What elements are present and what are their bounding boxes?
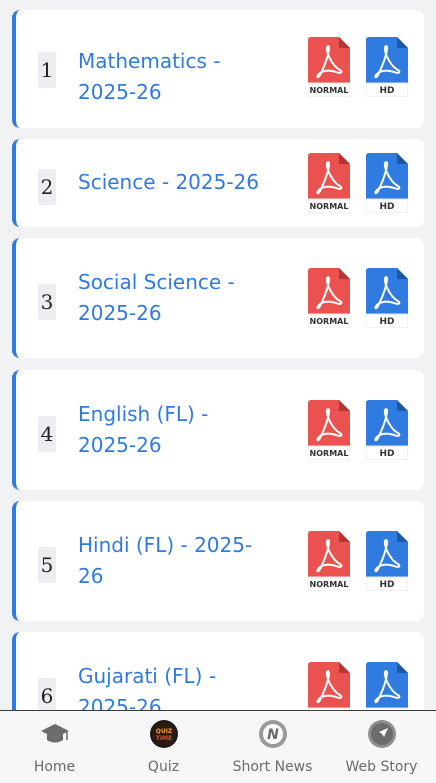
- normal-pdf-button[interactable]: NORMAL: [308, 268, 350, 328]
- normal-pdf-button[interactable]: NORMAL: [308, 37, 350, 97]
- pdf-icon: NORMAL: [308, 400, 350, 460]
- hd-label: HD: [379, 317, 394, 327]
- pdf-icon: HD: [366, 153, 408, 213]
- quiz-time-icon: QUIZ TIME: [149, 720, 178, 748]
- pdf-icon: NORMAL: [308, 662, 350, 710]
- subject-title[interactable]: Science - 2025-26: [78, 167, 278, 198]
- hd-label: HD: [379, 86, 394, 96]
- news-n-icon: N: [258, 720, 287, 748]
- nav-home-label: Home: [33, 759, 76, 775]
- subject-list: 1 Mathematics - 2025-26 NORMAL HD 2 Scie…: [0, 0, 436, 710]
- normal-label: NORMAL: [310, 449, 349, 458]
- hd-label: HD: [379, 580, 394, 590]
- normal-label: NORMAL: [310, 580, 349, 589]
- pdf-icon: NORMAL: [308, 37, 350, 97]
- normal-label: NORMAL: [310, 317, 349, 326]
- subject-number: 4: [38, 416, 56, 452]
- subject-card[interactable]: 3 Social Science - 2025-26 NORMAL HD: [12, 238, 424, 358]
- hd-pdf-button[interactable]: HD: [366, 153, 408, 213]
- nav-web-story-label: Web Story: [345, 759, 418, 775]
- subject-card[interactable]: 4 English (FL) - 2025-26 NORMAL HD: [12, 370, 424, 490]
- graduation-cap-icon: [40, 724, 69, 743]
- nav-short-news[interactable]: N Short News: [218, 711, 327, 783]
- hd-label: HD: [379, 449, 394, 459]
- normal-pdf-button[interactable]: NORMAL: [308, 531, 350, 591]
- nav-short-news-label: Short News: [232, 759, 313, 775]
- normal-pdf-button[interactable]: NORMAL: [308, 153, 350, 213]
- subject-number: 2: [38, 169, 56, 205]
- hd-pdf-button[interactable]: HD: [366, 662, 408, 710]
- svg-text:TIME: TIME: [155, 735, 171, 742]
- nav-home[interactable]: Home: [0, 711, 109, 783]
- pdf-icon: HD: [366, 662, 408, 710]
- pdf-icon: HD: [366, 268, 408, 328]
- subject-title[interactable]: Mathematics - 2025-26: [78, 46, 268, 108]
- hd-pdf-button[interactable]: HD: [366, 268, 408, 328]
- subject-card[interactable]: 2 Science - 2025-26 NORMAL HD: [12, 139, 424, 227]
- normal-label: NORMAL: [310, 86, 349, 95]
- hd-pdf-button[interactable]: HD: [366, 37, 408, 97]
- subject-number: 1: [38, 52, 56, 88]
- nav-quiz-label: Quiz: [147, 759, 180, 775]
- hd-pdf-button[interactable]: HD: [366, 400, 408, 460]
- bottom-navigation: Home QUIZ TIME Quiz N Short News Web Sto…: [0, 710, 436, 782]
- subject-title[interactable]: Gujarati (FL) - 2025-26: [78, 661, 268, 710]
- nav-web-story[interactable]: Web Story: [327, 711, 436, 783]
- hd-pdf-button[interactable]: HD: [366, 531, 408, 591]
- hd-label: HD: [379, 202, 394, 212]
- subject-number: 6: [38, 678, 56, 710]
- pdf-icon: NORMAL: [308, 268, 350, 328]
- pdf-icon: NORMAL: [308, 531, 350, 591]
- pdf-icon: NORMAL: [308, 153, 350, 213]
- subject-card[interactable]: 5 Hindi (FL) - 2025-26 NORMAL HD: [12, 501, 424, 621]
- nav-quiz[interactable]: QUIZ TIME Quiz: [109, 711, 218, 783]
- pdf-icon: HD: [366, 531, 408, 591]
- normal-pdf-button[interactable]: NORMAL: [308, 400, 350, 460]
- pdf-icon: HD: [366, 400, 408, 460]
- svg-text:QUIZ: QUIZ: [155, 728, 172, 735]
- svg-text:N: N: [267, 727, 279, 743]
- normal-pdf-button[interactable]: NORMAL: [308, 662, 350, 710]
- subject-title[interactable]: English (FL) - 2025-26: [78, 399, 268, 461]
- compass-arrow-icon: [367, 720, 396, 748]
- subject-number: 5: [38, 547, 56, 583]
- subject-card[interactable]: 1 Mathematics - 2025-26 NORMAL HD: [12, 10, 424, 128]
- pdf-icon: HD: [366, 37, 408, 97]
- subject-title[interactable]: Hindi (FL) - 2025-26: [78, 530, 268, 592]
- subject-number: 3: [38, 284, 56, 320]
- normal-label: NORMAL: [310, 202, 349, 211]
- subject-card[interactable]: 6 Gujarati (FL) - 2025-26 NORMAL HD: [12, 632, 424, 710]
- subject-title[interactable]: Social Science - 2025-26: [78, 267, 268, 329]
